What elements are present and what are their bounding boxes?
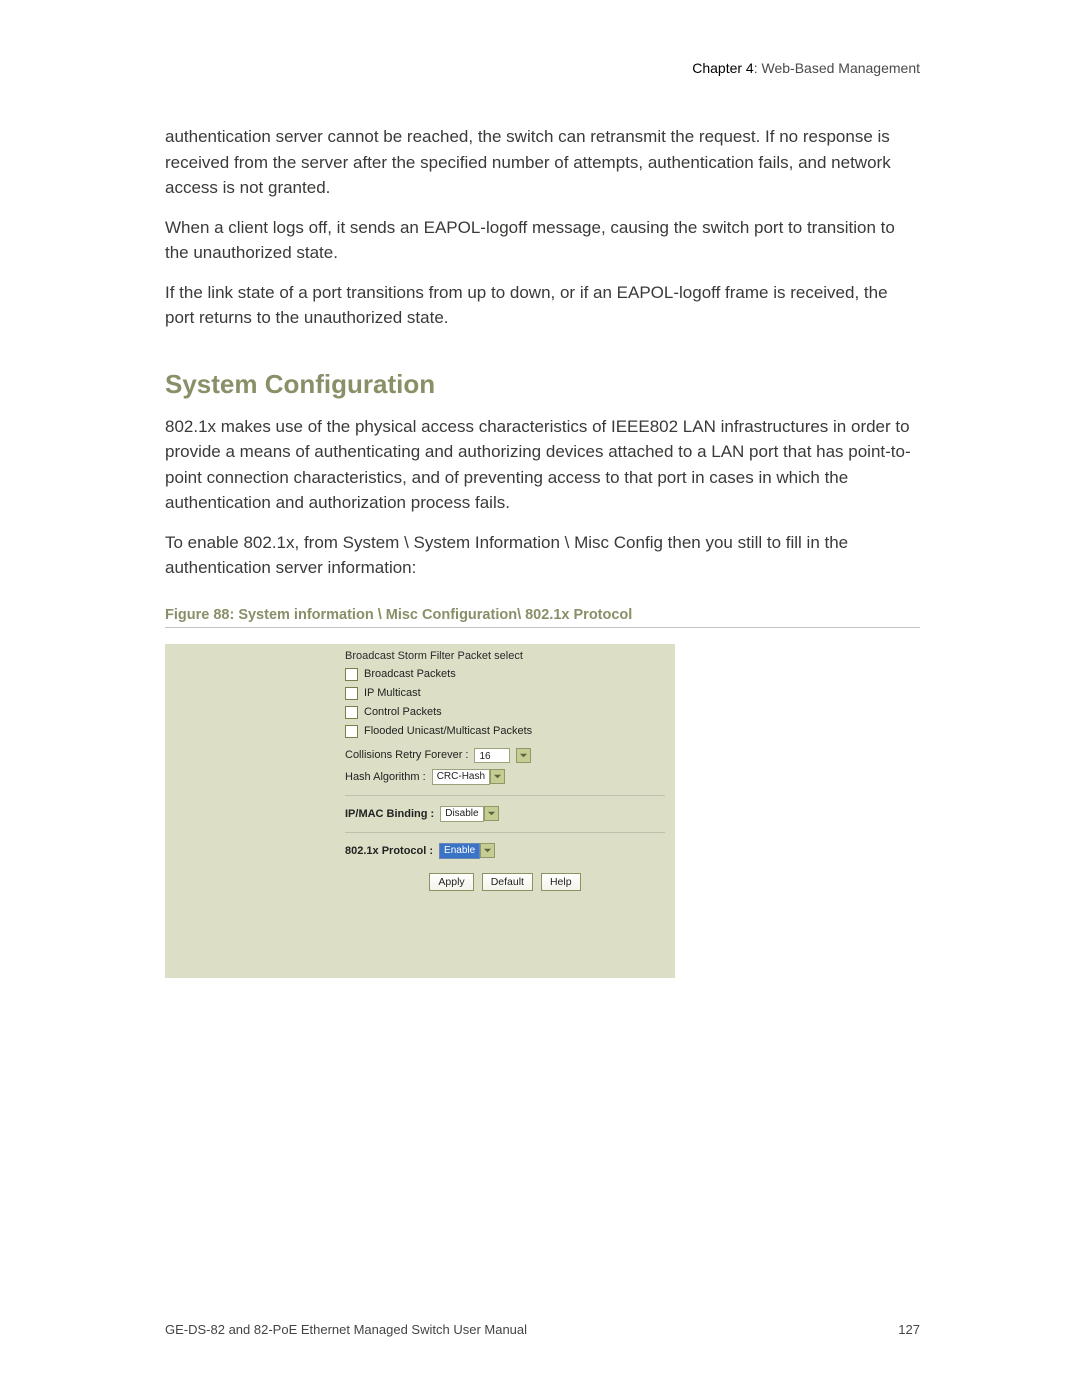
hash-value: CRC-Hash [432, 769, 490, 785]
chevron-down-icon [487, 809, 496, 818]
label-ip-multicast: IP Multicast [364, 687, 421, 699]
screenshot-figure: Broadcast Storm Filter Packet select Bro… [165, 644, 920, 978]
chevron-down-icon [519, 751, 528, 760]
section-paragraph-1: 802.1x makes use of the physical access … [165, 414, 920, 516]
checkbox-row-control-packets: Control Packets [345, 706, 665, 719]
hash-row: Hash Algorithm : CRC-Hash [345, 769, 665, 785]
ipmac-value: Disable [440, 806, 483, 822]
intro-paragraph-2: When a client logs off, it sends an EAPO… [165, 215, 920, 266]
ipmac-row: IP/MAC Binding : Disable [345, 806, 665, 822]
figure-rule [165, 627, 920, 628]
collisions-label: Collisions Retry Forever : [345, 749, 468, 761]
footer-page-number: 127 [898, 1322, 920, 1337]
checkbox-control-packets[interactable] [345, 706, 358, 719]
page-footer: GE-DS-82 and 82-PoE Ethernet Managed Swi… [165, 1322, 920, 1337]
apply-button[interactable]: Apply [429, 873, 473, 891]
collisions-dropdown[interactable] [516, 748, 531, 763]
checkbox-row-ip-multicast: IP Multicast [345, 687, 665, 700]
default-button[interactable]: Default [482, 873, 533, 891]
broadcast-storm-heading: Broadcast Storm Filter Packet select [345, 650, 665, 662]
checkbox-ip-multicast[interactable] [345, 687, 358, 700]
panel-divider-1 [345, 795, 665, 796]
chapter-title: Web-Based Management [762, 60, 921, 76]
screenshot-left-sidebar [165, 644, 333, 978]
dot1x-dropdown[interactable] [480, 843, 495, 858]
screenshot-right-blank [675, 644, 920, 978]
help-button[interactable]: Help [541, 873, 581, 891]
footer-manual-title: GE-DS-82 and 82-PoE Ethernet Managed Swi… [165, 1322, 527, 1337]
collisions-input[interactable]: 16 [474, 748, 510, 763]
misc-config-panel: Broadcast Storm Filter Packet select Bro… [333, 644, 675, 978]
chapter-number: Chapter 4 [692, 60, 753, 76]
panel-divider-2 [345, 832, 665, 833]
section-title: System Configuration [165, 369, 920, 400]
label-flooded-packets: Flooded Unicast/Multicast Packets [364, 725, 532, 737]
intro-paragraph-3: If the link state of a port transitions … [165, 280, 920, 331]
intro-paragraph-1: authentication server cannot be reached,… [165, 124, 920, 201]
chevron-down-icon [493, 772, 502, 781]
panel-button-row: Apply Default Help [345, 873, 665, 891]
dot1x-row: 802.1x Protocol : Enable [345, 843, 665, 859]
chapter-colon: : [754, 60, 762, 76]
chapter-header: Chapter 4: Web-Based Management [165, 60, 920, 76]
ipmac-label: IP/MAC Binding : [345, 808, 434, 820]
dot1x-select[interactable]: Enable [439, 843, 495, 859]
hash-dropdown[interactable] [490, 769, 505, 784]
checkbox-flooded-packets[interactable] [345, 725, 358, 738]
section-paragraph-2: To enable 802.1x, from System \ System I… [165, 530, 920, 581]
checkbox-broadcast-packets[interactable] [345, 668, 358, 681]
checkbox-row-flooded: Flooded Unicast/Multicast Packets [345, 725, 665, 738]
dot1x-value: Enable [439, 843, 480, 859]
collisions-row: Collisions Retry Forever : 16 [345, 748, 665, 763]
label-control-packets: Control Packets [364, 706, 442, 718]
dot1x-label: 802.1x Protocol : [345, 845, 433, 857]
hash-label: Hash Algorithm : [345, 771, 426, 783]
label-broadcast-packets: Broadcast Packets [364, 668, 456, 680]
ipmac-select[interactable]: Disable [440, 806, 498, 822]
checkbox-row-broadcast: Broadcast Packets [345, 668, 665, 681]
figure-caption: Figure 88: System information \ Misc Con… [165, 607, 920, 623]
ipmac-dropdown[interactable] [484, 806, 499, 821]
chevron-down-icon [483, 846, 492, 855]
hash-select[interactable]: CRC-Hash [432, 769, 505, 785]
